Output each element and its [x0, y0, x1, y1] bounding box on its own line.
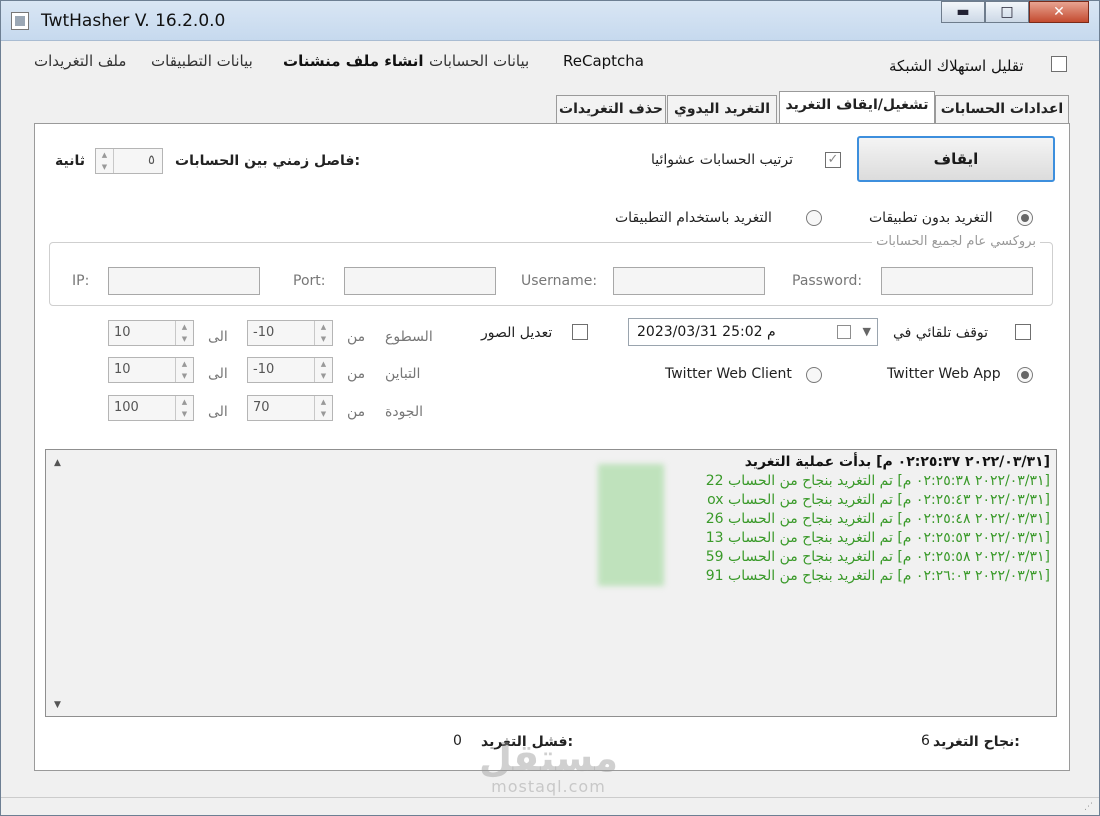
- client-web-app-radio[interactable]: [1017, 367, 1033, 387]
- proxy-username-field[interactable]: [613, 267, 765, 295]
- menu-bar: تقليل استهلاك الشبكة ReCaptcha بيانات ال…: [1, 42, 1099, 82]
- datetime-value: م 25:02 2023/03/31: [637, 324, 776, 340]
- log-line: [٢٠٢٢/٠٣/٣١ ٠٢:٢٥:٣٨ م] تم التغريد بنجاح…: [705, 473, 1050, 489]
- contrast-to-spinner[interactable]: 10 ▲ ▼: [108, 357, 194, 383]
- menu-apps-data[interactable]: بيانات التطبيقات: [151, 52, 253, 70]
- quality-label: الجودة: [385, 404, 423, 420]
- calendar-checkbox-icon[interactable]: [837, 325, 851, 339]
- interval-unit: ثانية: [55, 153, 85, 169]
- reduce-network-label[interactable]: تقليل استهلاك الشبكة: [889, 57, 1024, 75]
- chevron-down-icon[interactable]: ▼: [863, 325, 871, 338]
- contrast-from-spinner[interactable]: -10 ▲ ▼: [247, 357, 333, 383]
- brightness-to-spinner[interactable]: 10 ▲ ▼: [108, 320, 194, 346]
- auto-stop-checkbox[interactable]: [1015, 324, 1031, 344]
- auto-stop-datetime-picker[interactable]: م 25:02 2023/03/31 ▼: [628, 318, 878, 346]
- client-web-app-label: Twitter Web App: [887, 366, 1001, 382]
- title-bar[interactable]: TwtHasher V. 16.2.0.0 ▬ □ ✕: [1, 1, 1099, 41]
- quality-to-spinner[interactable]: 100 ▲ ▼: [108, 395, 194, 421]
- log-box[interactable]: ▲ ▼ [٢٠٢٢/٠٣/٣١ ٠٢:٢٥:٣٧ م] بدأت عملية ا…: [45, 449, 1057, 717]
- app-window: TwtHasher V. 16.2.0.0 ▬ □ ✕ تقليل استهلا…: [0, 0, 1100, 816]
- maximize-button[interactable]: □: [985, 1, 1029, 23]
- window-controls: ▬ □ ✕: [941, 1, 1089, 25]
- redacted-account-names: [598, 464, 664, 586]
- tab-manual-tweeting[interactable]: التغريد اليدوي: [667, 95, 777, 123]
- log-line: [٢٠٢٢/٠٣/٣١ ٠٢:٢٦:٠٣ م] تم التغريد بنجاح…: [705, 568, 1050, 584]
- client-web-client-radio[interactable]: [806, 367, 822, 387]
- quality-from-spinner[interactable]: 70 ▲ ▼: [247, 395, 333, 421]
- mostaql-watermark: مستقل mostaql.com: [479, 736, 618, 796]
- contrast-to-label: الى: [208, 366, 228, 382]
- log-line: [٢٠٢٢/٠٣/٣١ ٠٢:٢٥:٤٨ م] تم التغريد بنجاح…: [705, 511, 1050, 527]
- auto-stop-label: توقف تلقائي في: [893, 325, 989, 341]
- quality-from-label: من: [347, 404, 366, 420]
- menu-create-mentions-file[interactable]: انشاء ملف منشنات: [283, 52, 424, 70]
- tab-run-stop-tweeting[interactable]: تشغيل/ايقاف التغريد: [779, 91, 935, 123]
- scroll-down-icon[interactable]: ▼: [54, 700, 61, 710]
- menu-recaptcha[interactable]: ReCaptcha: [563, 52, 644, 70]
- tab-panel-run: ايقاف ترتيب الحسابات عشوائيا فاصل زمني ب…: [34, 123, 1070, 771]
- reduce-network-checkbox[interactable]: [1051, 56, 1067, 76]
- window-title: TwtHasher V. 16.2.0.0: [41, 11, 226, 31]
- contrast-from-label: من: [347, 366, 366, 382]
- image-edit-checkbox[interactable]: [572, 324, 588, 344]
- contrast-label: التباين: [385, 366, 421, 382]
- brightness-from-label: من: [347, 329, 366, 345]
- menu-tweets-file[interactable]: ملف التغريدات: [34, 52, 126, 70]
- log-line: [٢٠٢٢/٠٣/٣١ ٠٢:٢٥:٣٧ م] بدأت عملية التغر…: [744, 454, 1050, 470]
- proxy-legend: بروكسي عام لجميع الحسابات: [872, 234, 1040, 249]
- proxy-port-field[interactable]: [344, 267, 496, 295]
- log-line: [٢٠٢٢/٠٣/٣١ ٠٢:٢٥:٥٣ م] تم التغريد بنجاح…: [705, 530, 1050, 546]
- proxy-ip-label: IP:: [72, 273, 90, 289]
- mode-with-apps-label: التغريد باستخدام التطبيقات: [615, 210, 772, 226]
- log-scrollbar[interactable]: ▲ ▼: [46, 450, 74, 716]
- proxy-username-label: Username:: [521, 273, 598, 289]
- fail-count-value: 0: [453, 733, 462, 749]
- status-bar: ⋰: [1, 797, 1099, 815]
- tab-accounts-settings[interactable]: اعدادات الحسابات: [935, 95, 1069, 123]
- stop-button[interactable]: ايقاف: [857, 136, 1055, 182]
- proxy-password-field[interactable]: [881, 267, 1033, 295]
- tab-delete-tweets[interactable]: حذف التغريدات: [556, 95, 666, 123]
- brightness-label: السطوع: [385, 329, 433, 345]
- log-line: [٢٠٢٢/٠٣/٣١ ٠٢:٢٥:٥٨ م] تم التغريد بنجاح…: [705, 549, 1050, 565]
- mode-no-apps-label: التغريد بدون تطبيقات: [869, 210, 993, 226]
- brightness-to-label: الى: [208, 329, 228, 345]
- log-line: [٢٠٢٢/٠٣/٣١ ٠٢:٢٥:٤٣ م] تم التغريد بنجاح…: [707, 492, 1050, 508]
- scroll-up-icon[interactable]: ▲: [54, 458, 61, 468]
- brightness-from-spinner[interactable]: -10 ▲ ▼: [247, 320, 333, 346]
- close-button[interactable]: ✕: [1029, 1, 1089, 23]
- mode-with-apps-radio[interactable]: [806, 210, 822, 230]
- app-icon: [11, 12, 29, 30]
- quality-to-label: الى: [208, 404, 228, 420]
- minimize-button[interactable]: ▬: [941, 1, 985, 23]
- interval-spinner[interactable]: ٥ ▲ ▼: [95, 148, 163, 174]
- client-web-client-label: Twitter Web Client: [665, 366, 792, 382]
- menu-accounts-data[interactable]: بيانات الحسابات: [429, 52, 529, 70]
- proxy-port-label: Port:: [293, 273, 326, 289]
- random-order-label: ترتيب الحسابات عشوائيا: [651, 152, 794, 168]
- proxy-ip-field[interactable]: [108, 267, 260, 295]
- interval-label: فاصل زمني بين الحسابات:: [175, 153, 361, 169]
- resize-grip-icon[interactable]: ⋰: [1084, 802, 1093, 812]
- mode-no-apps-radio[interactable]: [1017, 210, 1033, 230]
- proxy-group: بروكسي عام لجميع الحسابات Password: User…: [49, 234, 1053, 306]
- success-count-value: 6: [921, 733, 930, 749]
- image-edit-label: تعديل الصور: [481, 325, 553, 341]
- proxy-password-label: Password:: [792, 273, 863, 289]
- success-count-label: نجاح التغريد:: [933, 734, 1020, 750]
- random-order-checkbox[interactable]: [825, 151, 841, 168]
